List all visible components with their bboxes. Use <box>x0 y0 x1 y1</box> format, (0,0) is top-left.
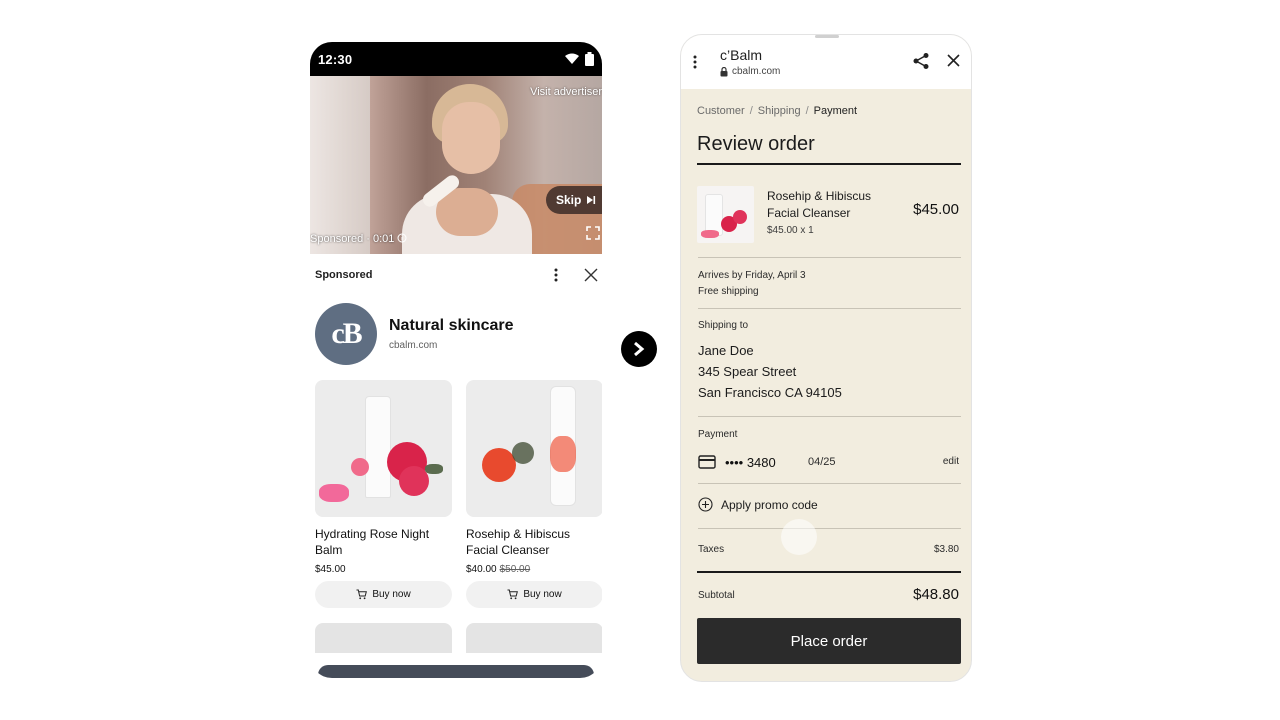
item-thumbnail <box>697 186 754 243</box>
advertiser-title: Natural skincare <box>389 317 514 334</box>
product-card[interactable]: Rosehip & Hibiscus Facial Cleanser $40.0… <box>466 380 602 608</box>
close-icon[interactable] <box>947 54 960 67</box>
breadcrumb: Customer / Shipping / Payment <box>697 105 858 117</box>
sponsored-time-text: Sponsored · 0:01 <box>310 233 395 245</box>
item-price: $45.00 <box>913 201 959 218</box>
ad-header: Sponsored <box>310 254 602 296</box>
browser-bar: c’Balm cbalm.com <box>681 35 971 89</box>
promo-code-button[interactable]: Apply promo code <box>698 497 818 512</box>
product-name[interactable]: Rosehip & Hibiscus Facial Cleanser <box>466 526 602 558</box>
share-icon[interactable] <box>912 52 930 70</box>
video-player[interactable]: Visit advertiser Skip Sponsored · 0:01 <box>310 76 602 254</box>
shipping-city: San Francisco CA 94105 <box>698 385 842 400</box>
buy-now-label: Buy now <box>523 589 562 600</box>
status-time: 12:30 <box>318 51 353 67</box>
browser-url: cbalm.com <box>720 66 780 77</box>
taxes-label: Taxes <box>698 544 725 555</box>
skip-button[interactable]: Skip <box>546 186 602 214</box>
product-card[interactable]: Hydrating Rose Night Balm $45.00 Buy now <box>315 380 452 608</box>
touch-indicator <box>781 519 817 555</box>
card-expiry: 04/25 <box>808 456 836 468</box>
product-image <box>315 380 452 517</box>
promo-label: Apply promo code <box>721 497 818 512</box>
buy-now-button[interactable]: Buy now <box>466 581 602 608</box>
sponsored-label: Sponsored <box>315 269 373 281</box>
divider <box>698 257 961 258</box>
visit-advertiser-link[interactable]: Visit advertiser <box>530 86 602 98</box>
price-current: $40.00 <box>466 564 497 575</box>
sponsored-timestamp: Sponsored · 0:01 <box>310 233 407 245</box>
flow-arrow <box>621 331 657 367</box>
product-name[interactable]: Hydrating Rose Night Balm <box>315 526 452 558</box>
url-text: cbalm.com <box>732 66 781 77</box>
product-price: $45.00 <box>315 564 452 575</box>
page-title: Review order <box>697 133 815 155</box>
breadcrumb-payment: Payment <box>813 105 858 117</box>
payment-label: Payment <box>698 429 738 440</box>
product-card-partial[interactable] <box>466 623 602 653</box>
taxes-value: $3.80 <box>933 544 959 555</box>
divider <box>697 571 961 573</box>
card-number: •••• 3480 <box>725 455 776 470</box>
chevron-right-icon <box>634 341 645 357</box>
divider <box>698 308 961 309</box>
skip-label: Skip <box>556 193 582 207</box>
advertiser-domain: cbalm.com <box>389 340 438 351</box>
place-order-button[interactable]: Place order <box>697 618 961 664</box>
fullscreen-icon[interactable] <box>586 226 600 240</box>
browser-title: c’Balm <box>720 47 763 63</box>
add-circle-icon <box>698 497 713 512</box>
divider <box>698 483 961 484</box>
item-quantity: $45.00 x 1 <box>767 225 814 236</box>
battery-icon <box>585 52 594 66</box>
subtotal-label: Subtotal <box>698 590 735 601</box>
ad-phone: 12:30 Visit advertiser Skip Sponsored · … <box>310 42 602 678</box>
bottom-action-bar[interactable] <box>318 665 594 678</box>
wifi-icon <box>565 53 579 64</box>
close-icon[interactable] <box>584 268 598 282</box>
checkout-phone: c’Balm cbalm.com Customer / Shipping / Payme… <box>680 34 972 682</box>
info-icon <box>397 233 407 243</box>
more-vert-icon[interactable] <box>693 55 697 69</box>
buy-now-button[interactable]: Buy now <box>315 581 452 608</box>
credit-card-icon <box>698 455 716 469</box>
skip-next-icon <box>587 196 596 204</box>
product-card-partial[interactable] <box>315 623 452 653</box>
breadcrumb-customer[interactable]: Customer <box>697 105 745 117</box>
drag-handle[interactable] <box>815 35 839 38</box>
buy-now-label: Buy now <box>372 589 411 600</box>
product-price: $40.00 $50.00 <box>466 564 602 575</box>
divider <box>698 416 961 417</box>
price-old: $50.00 <box>499 564 531 575</box>
price-current: $45.00 <box>315 564 346 575</box>
lock-icon <box>720 66 728 76</box>
shipping-cost: Free shipping <box>698 286 759 297</box>
subtotal-value: $48.80 <box>913 586 959 603</box>
breadcrumb-shipping[interactable]: Shipping <box>758 105 801 117</box>
product-image <box>466 380 602 517</box>
edit-payment-link[interactable]: edit <box>943 456 959 467</box>
delivery-date: Arrives by Friday, April 3 <box>698 270 806 281</box>
cart-icon <box>356 589 368 600</box>
status-bar: 12:30 <box>310 42 602 76</box>
item-name: Rosehip & Hibiscus Facial Cleanser <box>767 189 872 220</box>
shipping-street: 345 Spear Street <box>698 364 797 379</box>
cart-icon <box>507 589 519 600</box>
more-vert-icon[interactable] <box>554 268 558 282</box>
advertiser-logo: cB <box>315 303 377 365</box>
shipping-label: Shipping to <box>698 320 749 331</box>
divider <box>698 528 961 529</box>
divider <box>697 163 961 165</box>
shipping-name: Jane Doe <box>698 343 754 358</box>
advertiser-row[interactable]: cB Natural skincare cbalm.com <box>315 303 514 365</box>
